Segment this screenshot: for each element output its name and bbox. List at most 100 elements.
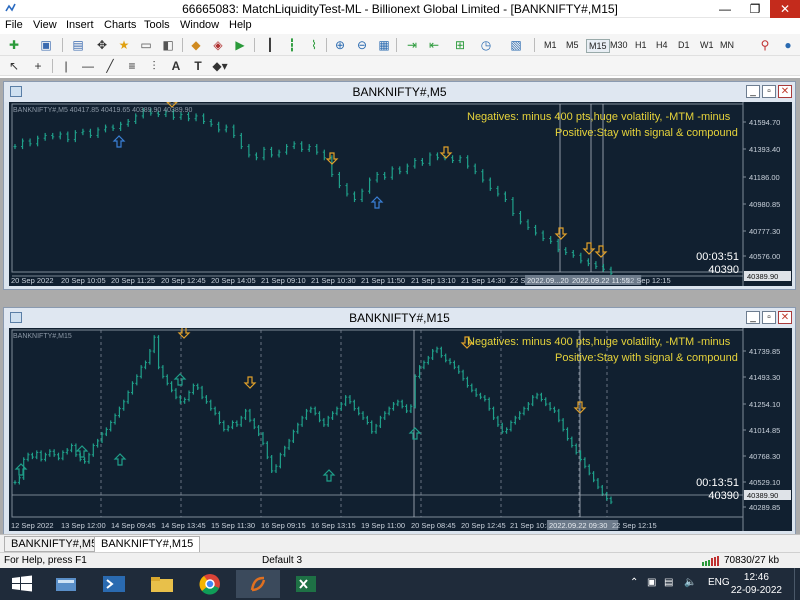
- chart-close-button[interactable]: ✕: [778, 85, 792, 98]
- trendline-icon[interactable]: ╱: [102, 58, 118, 74]
- menu-view[interactable]: View: [33, 19, 57, 31]
- vertical-line-icon[interactable]: |: [58, 58, 74, 74]
- bar-chart-icon[interactable]: ┃: [262, 37, 278, 53]
- tile-windows-icon[interactable]: ▦: [376, 37, 392, 53]
- tray-network-icon[interactable]: ▤: [664, 577, 673, 588]
- taskbar-clock[interactable]: 12:46 22-09-2022: [731, 571, 782, 597]
- menu-help[interactable]: Help: [229, 19, 252, 31]
- tray-volume-icon[interactable]: 🔈: [684, 577, 696, 588]
- timeframe-m1[interactable]: M1: [542, 39, 559, 51]
- text-label-tool[interactable]: T: [190, 58, 206, 74]
- excel-icon[interactable]: [284, 570, 328, 598]
- chart-restore-button[interactable]: ▫: [762, 85, 776, 98]
- file-explorer-icon[interactable]: [140, 570, 184, 598]
- buy-arrow-icon: [75, 445, 89, 458]
- status-traffic: 70830/27 kb: [724, 555, 780, 566]
- templates-icon[interactable]: ▧: [508, 37, 524, 53]
- menu-tools[interactable]: Tools: [144, 19, 170, 31]
- timeframe-h4[interactable]: H4: [654, 39, 670, 51]
- price-chart[interactable]: 41739.85 41493.30 41254.10 41014.85 40768.30…: [9, 326, 792, 531]
- close-button[interactable]: ✕: [770, 0, 800, 18]
- time-tick-label: 16 Sep 13:15: [311, 521, 356, 530]
- tab-banknifty-m15[interactable]: BANKNIFTY#,M15: [94, 536, 201, 552]
- timeframe-m30[interactable]: M30: [608, 39, 630, 51]
- price-tick-label: 41594.70: [749, 118, 780, 127]
- new-order-icon[interactable]: ◆: [188, 37, 204, 53]
- chart-info: BANKNIFTY#,M5 40417.85 40419.65 40389.90…: [13, 107, 193, 114]
- tray-expand-icon[interactable]: ⌃: [630, 577, 638, 588]
- show-desktop-button[interactable]: [794, 568, 798, 600]
- timeframe-w1[interactable]: W1: [698, 39, 716, 51]
- timeframe-h1[interactable]: H1: [633, 39, 649, 51]
- crosshair-icon[interactable]: +: [30, 58, 46, 74]
- chart-restore-button[interactable]: ▫: [762, 311, 776, 324]
- metatrader-icon[interactable]: [236, 570, 280, 598]
- time-tick-label: 2022.09.22 11:55: [572, 276, 630, 285]
- menu-insert[interactable]: Insert: [66, 19, 94, 31]
- periods-icon[interactable]: ◷: [478, 37, 494, 53]
- account-icon[interactable]: ●: [780, 37, 796, 53]
- fibonacci-icon[interactable]: ⫶: [146, 58, 162, 74]
- chart-close-button[interactable]: ✕: [778, 311, 792, 324]
- market-watch-icon[interactable]: ▤: [70, 37, 86, 53]
- title-bar: 66665083: MatchLiquidityTest-ML - Billio…: [0, 0, 800, 18]
- timeframe-m15[interactable]: M15: [586, 39, 610, 53]
- new-chart-icon[interactable]: ✚: [6, 37, 22, 53]
- timeframe-d1[interactable]: D1: [676, 39, 692, 51]
- line-chart-icon[interactable]: ⌇: [306, 37, 322, 53]
- strategy-tester-icon[interactable]: ◧: [160, 37, 176, 53]
- status-bar: For Help, press F1 Default 3 70830/27 kb: [0, 552, 800, 568]
- channel-icon[interactable]: ≡: [124, 58, 140, 74]
- price-tick-label: 41393.40: [749, 145, 780, 154]
- price-chart[interactable]: 41594.70 41393.40 41186.00 40980.85 40777.30…: [9, 95, 792, 286]
- profiles-icon[interactable]: ▣: [38, 37, 54, 53]
- signal-note-negatives: Negatives: minus 400 pts,huge volatility…: [467, 111, 731, 123]
- zoom-in-icon[interactable]: ⊕: [332, 37, 348, 53]
- powershell-icon[interactable]: [92, 570, 136, 598]
- timeframe-mn[interactable]: MN: [718, 39, 736, 51]
- taskbar: ⌃ ▣ ▤ 🔈 ENG 12:46 22-09-2022: [0, 568, 800, 600]
- chart-minimize-button[interactable]: _: [746, 85, 760, 98]
- minimize-button[interactable]: —: [710, 0, 740, 18]
- current-price-label: 40390: [708, 264, 739, 276]
- navigator-icon[interactable]: ★: [116, 37, 132, 53]
- chart-window-titlebar[interactable]: BANKNIFTY#,M5 _ ▫ ✕: [4, 82, 795, 102]
- chart-shift-icon[interactable]: ⇤: [426, 37, 442, 53]
- chrome-icon[interactable]: [188, 570, 232, 598]
- restore-button[interactable]: ❐: [740, 0, 770, 18]
- time-tick-label: 21 Sep 10:3: [510, 521, 550, 530]
- clock-time: 12:46: [743, 572, 769, 583]
- menu-window[interactable]: Window: [180, 19, 219, 31]
- timeframe-m5[interactable]: M5: [564, 39, 581, 51]
- windows-start-icon[interactable]: [0, 570, 44, 598]
- buy-arrow-icon: [113, 453, 127, 466]
- zoom-out-icon[interactable]: ⊖: [354, 37, 370, 53]
- data-window-icon[interactable]: ✥: [94, 37, 110, 53]
- candlestick-icon[interactable]: ┇: [284, 37, 300, 53]
- menu-file[interactable]: File: [5, 19, 23, 31]
- server-manager-icon[interactable]: [44, 570, 88, 598]
- metaeditor-icon[interactable]: ◈: [210, 37, 226, 53]
- auto-scroll-icon[interactable]: ⇥: [404, 37, 420, 53]
- language-indicator[interactable]: ENG: [708, 577, 730, 588]
- chart-window-titlebar[interactable]: BANKNIFTY#,M15 _ ▫ ✕: [4, 308, 795, 328]
- tray-security-icon[interactable]: ▣: [647, 577, 656, 588]
- indicators-icon[interactable]: ⊞: [452, 37, 468, 53]
- time-tick-label: 21 Sep 09:10: [261, 276, 306, 285]
- chart-window-m5[interactable]: BANKNIFTY#,M5 _ ▫ ✕ 41594.70 41393.40 4118…: [3, 81, 796, 290]
- horizontal-line-icon[interactable]: —: [80, 58, 96, 74]
- time-tick-label: 20 Sep 2022: [11, 276, 54, 285]
- chart-window-m15[interactable]: BANKNIFTY#,M15 _ ▫ ✕ 41739.85 41493.30 412…: [3, 307, 796, 535]
- price-tick-label: 41254.10: [749, 400, 780, 409]
- text-tool[interactable]: A: [168, 58, 184, 74]
- chart-minimize-button[interactable]: _: [746, 311, 760, 324]
- cursor-icon[interactable]: ↖: [6, 58, 22, 74]
- tab-banknifty-m5[interactable]: BANKNIFTY#,M5: [4, 536, 105, 552]
- arrows-dropdown-icon[interactable]: ◆▾: [212, 58, 228, 74]
- terminal-icon[interactable]: ▭: [138, 37, 154, 53]
- chart-window-title: BANKNIFTY#,M5: [352, 85, 447, 99]
- search-icon[interactable]: ⚲: [757, 37, 773, 53]
- autotrading-icon[interactable]: ▶: [232, 37, 248, 53]
- menu-charts[interactable]: Charts: [104, 19, 136, 31]
- time-tick-label: 21 Sep 13:10: [411, 276, 456, 285]
